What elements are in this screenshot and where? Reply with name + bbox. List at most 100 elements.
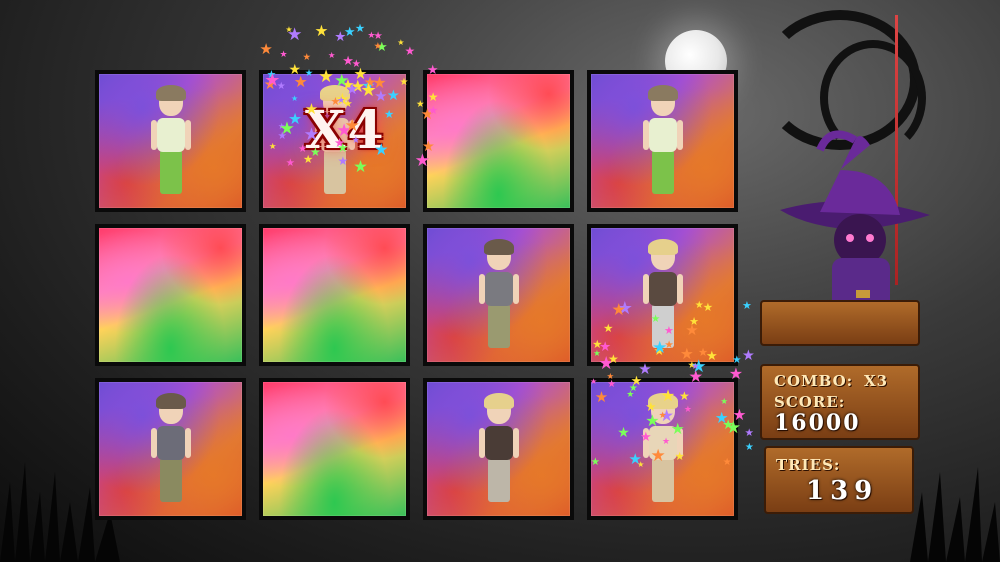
sparkle-star-icon: ★	[367, 31, 376, 42]
sparkle-star-icon: ★	[691, 362, 700, 373]
sparkle-star-icon: ★	[426, 63, 439, 79]
memory-card-face-down[interactable]	[423, 70, 574, 212]
sparkle-star-icon: ★	[384, 107, 395, 122]
sparkle-star-icon: ★	[652, 337, 668, 358]
sparkle-star-icon: ★	[732, 405, 747, 424]
sparkle-star-icon: ★	[660, 385, 676, 405]
sparkle-star-icon: ★	[720, 397, 728, 408]
avatar-figure	[478, 393, 519, 508]
sparkle-star-icon: ★	[670, 419, 685, 439]
sparkle-star-icon: ★	[590, 455, 600, 468]
memory-card-face-up[interactable]	[587, 70, 738, 212]
score-label: SCORE:	[774, 393, 846, 411]
memory-card-face-up[interactable]	[95, 378, 246, 520]
sparkle-star-icon: ★	[279, 50, 288, 61]
sparkle-star-icon: ★	[404, 43, 416, 58]
sparkle-star-icon: ★	[399, 76, 409, 88]
sparkle-star-icon: ★	[645, 410, 660, 430]
sparkle-star-icon: ★	[353, 156, 368, 176]
score-value: 16000	[774, 410, 861, 436]
sparkle-star-icon: ★	[661, 437, 670, 448]
sparkle-star-icon: ★	[372, 72, 387, 92]
memory-card-face-down[interactable]	[259, 378, 410, 520]
memory-card-face-up[interactable]	[95, 70, 246, 212]
sparkle-star-icon: ★	[728, 364, 744, 384]
sparkle-star-icon: ★	[337, 140, 349, 156]
sparkle-star-icon: ★	[354, 21, 366, 36]
sparkle-star-icon: ★	[606, 371, 615, 382]
combo-label: COMBO:	[774, 372, 854, 390]
tries-label: TRIES:	[776, 456, 841, 474]
sparkle-star-icon: ★	[327, 50, 336, 61]
grass-right	[910, 467, 1000, 562]
sparkle-star-icon: ★	[697, 345, 709, 360]
sparkle-star-icon: ★	[309, 145, 321, 160]
game-scene: X4 ★ ★ ★ ★ ★ ★ ★ ★ ★ ★ ★ ★ ★ ★ ★ ★ ★ ★ ★ ★ ★ ★ ★ ★ ★ ★ ★ ★ ★ ★ ★ ★ ★ ★ ★ ★ ★…	[0, 0, 1000, 562]
memory-card-face-up[interactable]	[423, 378, 574, 520]
avatar-figure	[478, 239, 519, 354]
sparkle-star-icon: ★	[650, 313, 661, 326]
sparkle-star-icon: ★	[302, 52, 311, 64]
sparkle-star-icon: ★	[264, 69, 281, 91]
sparkle-star-icon: ★	[658, 411, 667, 422]
sparkle-star-icon: ★	[741, 299, 752, 313]
sparkle-star-icon: ★	[590, 376, 598, 386]
avatar-figure	[150, 393, 191, 508]
sparkle-star-icon: ★	[337, 154, 349, 169]
sparkle-star-icon: ★	[714, 408, 729, 427]
sparkle-star-icon: ★	[334, 28, 347, 45]
sparkle-star-icon: ★	[337, 96, 346, 107]
sparkle-star-icon: ★	[744, 426, 754, 439]
sparkle-star-icon: ★	[637, 458, 645, 469]
combo-value: X3	[864, 372, 889, 390]
sparkle-star-icon: ★	[285, 24, 293, 35]
sparkle-star-icon: ★	[303, 125, 320, 146]
sparkle-star-icon: ★	[351, 58, 361, 71]
sparkle-star-icon: ★	[386, 87, 400, 104]
sparkle-star-icon: ★	[650, 445, 666, 466]
sparkle-star-icon: ★	[291, 92, 299, 103]
sparkle-star-icon: ★	[345, 80, 360, 99]
sparkle-star-icon: ★	[314, 21, 329, 40]
sparkle-star-icon: ★	[702, 301, 713, 315]
sparkle-star-icon: ★	[285, 156, 295, 169]
sparkle-star-icon: ★	[722, 456, 732, 468]
sparkle-star-icon: ★	[304, 68, 314, 80]
sparkle-star-icon: ★	[414, 150, 431, 171]
memory-card-face-down[interactable]	[259, 224, 410, 366]
tries-value: 139	[806, 476, 879, 506]
avatar-figure	[150, 85, 191, 200]
sparkle-star-icon: ★	[373, 139, 389, 159]
sparkle-star-icon: ★	[611, 300, 627, 320]
sparkle-star-icon: ★	[741, 346, 756, 364]
sparkle-star-icon: ★	[427, 90, 439, 105]
sparkle-star-icon: ★	[626, 389, 635, 401]
tree-branch-left	[0, 0, 100, 150]
sparkle-star-icon: ★	[685, 320, 699, 339]
sparkle-star-icon: ★	[608, 351, 619, 366]
score-panel: COMBO: X3 SCORE: 16000 TRIES: 139	[760, 364, 920, 532]
sparkle-star-icon: ★	[374, 87, 388, 105]
sparkle-star-icon: ★	[259, 39, 273, 58]
sparkle-star-icon: ★	[344, 116, 360, 137]
sparkle-star-icon: ★	[288, 61, 302, 78]
sparkle-star-icon: ★	[351, 135, 361, 147]
memory-card-face-up[interactable]	[423, 224, 574, 366]
sparkle-star-icon: ★	[268, 142, 277, 153]
sparkle-star-icon: ★	[318, 67, 334, 87]
sparkle-star-icon: ★	[373, 40, 383, 52]
wooden-stand	[760, 300, 920, 346]
memory-card-face-down[interactable]	[95, 224, 246, 366]
sparkle-star-icon: ★	[679, 388, 690, 403]
avatar-figure	[642, 85, 683, 200]
sparkle-star-icon: ★	[594, 388, 609, 407]
sparkle-star-icon: ★	[397, 38, 405, 48]
sparkle-star-icon: ★	[683, 404, 692, 415]
sparkle-star-icon: ★	[679, 345, 694, 364]
sparkle-star-icon: ★	[639, 429, 652, 445]
sparkle-star-icon: ★	[617, 425, 630, 442]
sparkle-star-icon: ★	[664, 324, 674, 338]
sparkle-star-icon: ★	[603, 322, 614, 336]
sparkle-star-icon: ★	[304, 99, 319, 118]
sparkle-star-icon: ★	[744, 441, 754, 453]
